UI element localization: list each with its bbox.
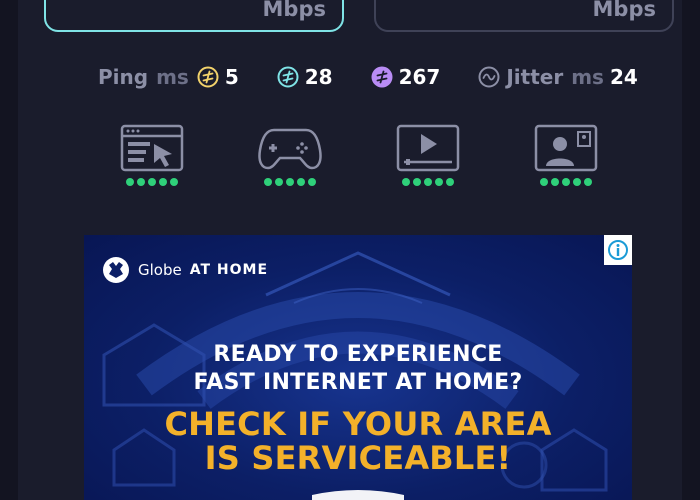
jitter-icon xyxy=(478,66,500,88)
gaming-rating xyxy=(258,178,322,186)
jitter-unit: ms xyxy=(571,65,604,89)
activity-video-streaming xyxy=(396,124,460,194)
gaming-icon xyxy=(258,128,322,170)
video-call-rating xyxy=(534,178,598,186)
globe-logo-icon xyxy=(103,257,129,283)
ad-brand: Globe xyxy=(138,261,182,279)
ad-cta-1: CHECK IF YOUR AREA xyxy=(164,405,552,443)
idle-latency-icon xyxy=(197,66,219,88)
jitter-value: 24 xyxy=(609,65,638,89)
activity-gaming xyxy=(258,124,322,194)
activity-video-call xyxy=(534,124,598,194)
upload-unit: Mbps xyxy=(592,0,656,21)
upload-speed-box: Mbps xyxy=(374,0,674,32)
ad-headline-2: FAST INTERNET AT HOME? xyxy=(193,370,523,395)
ad-headline-1: READY TO EXPERIENCE xyxy=(213,342,503,367)
download-ping-value: 28 xyxy=(304,65,333,89)
activity-web-browsing xyxy=(120,124,184,194)
idle-ping-value: 5 xyxy=(224,65,239,89)
right-margin xyxy=(682,0,700,500)
speedtest-screen: Mbps Mbps Ping ms 5 28 267 Jitter ms 24 … xyxy=(0,0,700,500)
web-browsing-icon xyxy=(120,124,184,172)
upload-latency-icon xyxy=(371,66,393,88)
video-call-icon xyxy=(534,124,598,172)
video-streaming-icon xyxy=(396,124,460,172)
ping-label: Ping xyxy=(98,65,149,89)
ad-banner[interactable]: Globe AT HOME READY TO EXPERIENCE FAST I… xyxy=(84,235,632,500)
left-margin xyxy=(0,0,18,500)
latency-stats-row: Ping ms 5 28 267 Jitter ms 24 xyxy=(98,62,638,92)
download-unit: Mbps xyxy=(262,0,326,21)
web-browsing-rating xyxy=(120,178,184,186)
jitter-label: Jitter xyxy=(506,65,564,89)
ad-info-button[interactable] xyxy=(604,235,632,265)
video-streaming-rating xyxy=(396,178,460,186)
ad-brand-suffix: AT HOME xyxy=(189,262,269,278)
globe-at-home-logo: Globe AT HOME xyxy=(100,255,268,285)
info-icon xyxy=(608,240,628,260)
download-speed-box: Mbps xyxy=(44,0,344,32)
ad-cta-2: IS SERVICEABLE! xyxy=(204,439,512,477)
ping-unit: ms xyxy=(156,65,189,89)
upload-ping-value: 267 xyxy=(398,65,441,89)
download-latency-icon xyxy=(277,66,299,88)
